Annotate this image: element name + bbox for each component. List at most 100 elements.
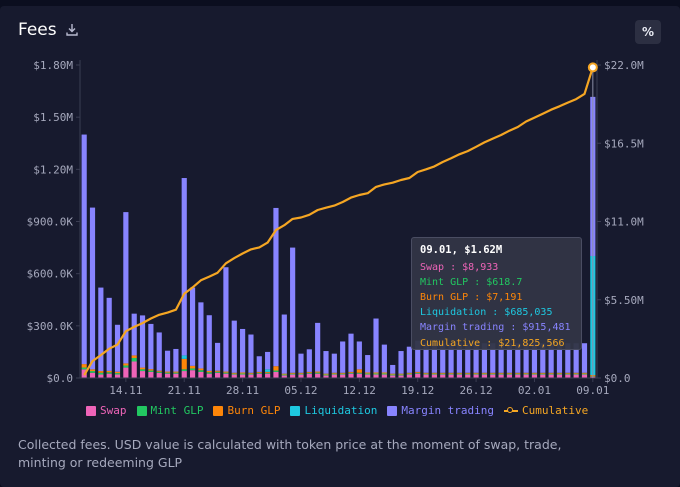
bar-margin-trading[interactable]	[390, 364, 396, 374]
bar-mint-glp[interactable]	[248, 373, 254, 375]
bar-burn-glp[interactable]	[81, 364, 87, 368]
bar-burn-glp[interactable]	[106, 370, 112, 373]
bar-burn-glp[interactable]	[381, 372, 387, 374]
bar-swap[interactable]	[406, 374, 412, 378]
bar-burn-glp[interactable]	[315, 371, 321, 373]
bar-mint-glp[interactable]	[323, 374, 329, 376]
bar-burn-glp[interactable]	[540, 372, 546, 374]
bar-swap[interactable]	[506, 374, 513, 378]
bar-mint-glp[interactable]	[398, 374, 404, 376]
bar-swap[interactable]	[198, 371, 204, 378]
bar-margin-trading[interactable]	[81, 134, 87, 365]
bar-margin-trading[interactable]	[348, 333, 354, 372]
bar-margin-trading[interactable]	[240, 328, 246, 373]
bar-margin-trading[interactable]	[373, 318, 379, 373]
bar-swap[interactable]	[531, 374, 538, 378]
bar-burn-glp[interactable]	[365, 372, 371, 374]
bar-margin-trading[interactable]	[173, 348, 179, 372]
bar-burn-glp[interactable]	[139, 367, 146, 370]
bar-burn-glp[interactable]	[131, 355, 137, 359]
bar-margin-trading[interactable]	[181, 178, 187, 356]
bar-mint-glp[interactable]	[356, 372, 362, 374]
bar-burn-glp[interactable]	[565, 372, 571, 374]
bar-swap[interactable]	[256, 373, 262, 378]
bar-mint-glp[interactable]	[423, 373, 429, 375]
bar-margin-trading[interactable]	[123, 212, 129, 364]
bar-margin-trading[interactable]	[581, 343, 588, 373]
bar-swap[interactable]	[123, 367, 129, 378]
bar-swap[interactable]	[523, 374, 529, 378]
bar-mint-glp[interactable]	[315, 372, 321, 374]
bar-mint-glp[interactable]	[181, 369, 187, 372]
bar-margin-trading[interactable]	[406, 346, 412, 373]
bar-burn-glp[interactable]	[348, 371, 354, 373]
bar-mint-glp[interactable]	[223, 372, 229, 374]
bar-burn-glp[interactable]	[281, 373, 287, 375]
bar-swap[interactable]	[456, 374, 462, 378]
bar-mint-glp[interactable]	[473, 373, 479, 375]
bar-mint-glp[interactable]	[498, 373, 504, 375]
bar-swap[interactable]	[540, 374, 546, 378]
bar-swap[interactable]	[548, 374, 554, 378]
bar-burn-glp[interactable]	[206, 370, 212, 373]
legend-item-margin-trading[interactable]: Margin trading	[387, 404, 494, 417]
bar-burn-glp[interactable]	[423, 372, 429, 374]
bar-burn-glp[interactable]	[156, 370, 162, 372]
bar-swap[interactable]	[481, 374, 488, 378]
bar-burn-glp[interactable]	[398, 373, 404, 375]
bar-margin-trading[interactable]	[156, 332, 162, 371]
bar-swap[interactable]	[114, 374, 121, 378]
bar-burn-glp[interactable]	[481, 372, 488, 374]
bar-margin-trading[interactable]	[114, 324, 121, 372]
bar-burn-glp[interactable]	[273, 366, 279, 371]
bar-mint-glp[interactable]	[340, 373, 346, 375]
bar-burn-glp[interactable]	[248, 372, 254, 374]
bar-mint-glp[interactable]	[381, 373, 387, 375]
bar-burn-glp[interactable]	[331, 372, 337, 374]
bar-burn-glp[interactable]	[223, 371, 229, 373]
bar-burn-glp[interactable]	[556, 372, 563, 374]
bar-burn-glp[interactable]	[265, 371, 271, 373]
legend-item-mint-glp[interactable]: Mint GLP	[136, 404, 203, 417]
bar-swap[interactable]	[98, 374, 104, 378]
bar-mint-glp[interactable]	[506, 373, 513, 375]
bar-burn-glp[interactable]	[173, 371, 179, 373]
bar-margin-trading[interactable]	[231, 320, 237, 373]
bar-burn-glp[interactable]	[356, 369, 362, 373]
bar-margin-trading[interactable]	[356, 341, 362, 370]
bar-mint-glp[interactable]	[440, 373, 446, 375]
bar-mint-glp[interactable]	[365, 373, 371, 375]
bar-margin-trading[interactable]	[206, 315, 212, 371]
bar-burn-glp[interactable]	[406, 372, 412, 374]
bar-margin-trading[interactable]	[306, 349, 312, 372]
bar-swap[interactable]	[106, 373, 112, 378]
bar-burn-glp[interactable]	[465, 372, 471, 374]
bar-burn-glp[interactable]	[506, 372, 513, 374]
bar-swap[interactable]	[164, 373, 171, 378]
bar-margin-trading[interactable]	[131, 313, 137, 356]
bar-burn-glp[interactable]	[390, 373, 396, 375]
bar-mint-glp[interactable]	[531, 373, 538, 375]
bar-burn-glp[interactable]	[448, 372, 454, 374]
bar-burn-glp[interactable]	[573, 372, 579, 374]
bar-swap[interactable]	[565, 374, 571, 378]
bar-margin-trading[interactable]	[148, 323, 154, 370]
bar-mint-glp[interactable]	[556, 373, 563, 375]
bar-mint-glp[interactable]	[123, 365, 129, 368]
bar-mint-glp[interactable]	[540, 373, 546, 375]
bar-burn-glp[interactable]	[581, 372, 588, 374]
bar-burn-glp[interactable]	[323, 373, 329, 375]
bar-burn-glp[interactable]	[123, 363, 129, 366]
bar-mint-glp[interactable]	[148, 370, 154, 372]
bar-margin-trading[interactable]	[323, 351, 329, 374]
bar-mint-glp[interactable]	[448, 373, 454, 375]
bar-burn-glp[interactable]	[298, 372, 304, 374]
bar-swap[interactable]	[515, 374, 521, 378]
bar-margin-trading[interactable]	[89, 207, 96, 370]
bar-swap[interactable]	[340, 374, 346, 378]
bar-swap[interactable]	[473, 374, 479, 378]
bar-margin-trading[interactable]	[215, 342, 221, 371]
bar-burn-glp[interactable]	[98, 371, 104, 373]
legend-item-liquidation[interactable]: Liquidation	[290, 404, 377, 417]
bar-swap[interactable]	[331, 374, 337, 378]
